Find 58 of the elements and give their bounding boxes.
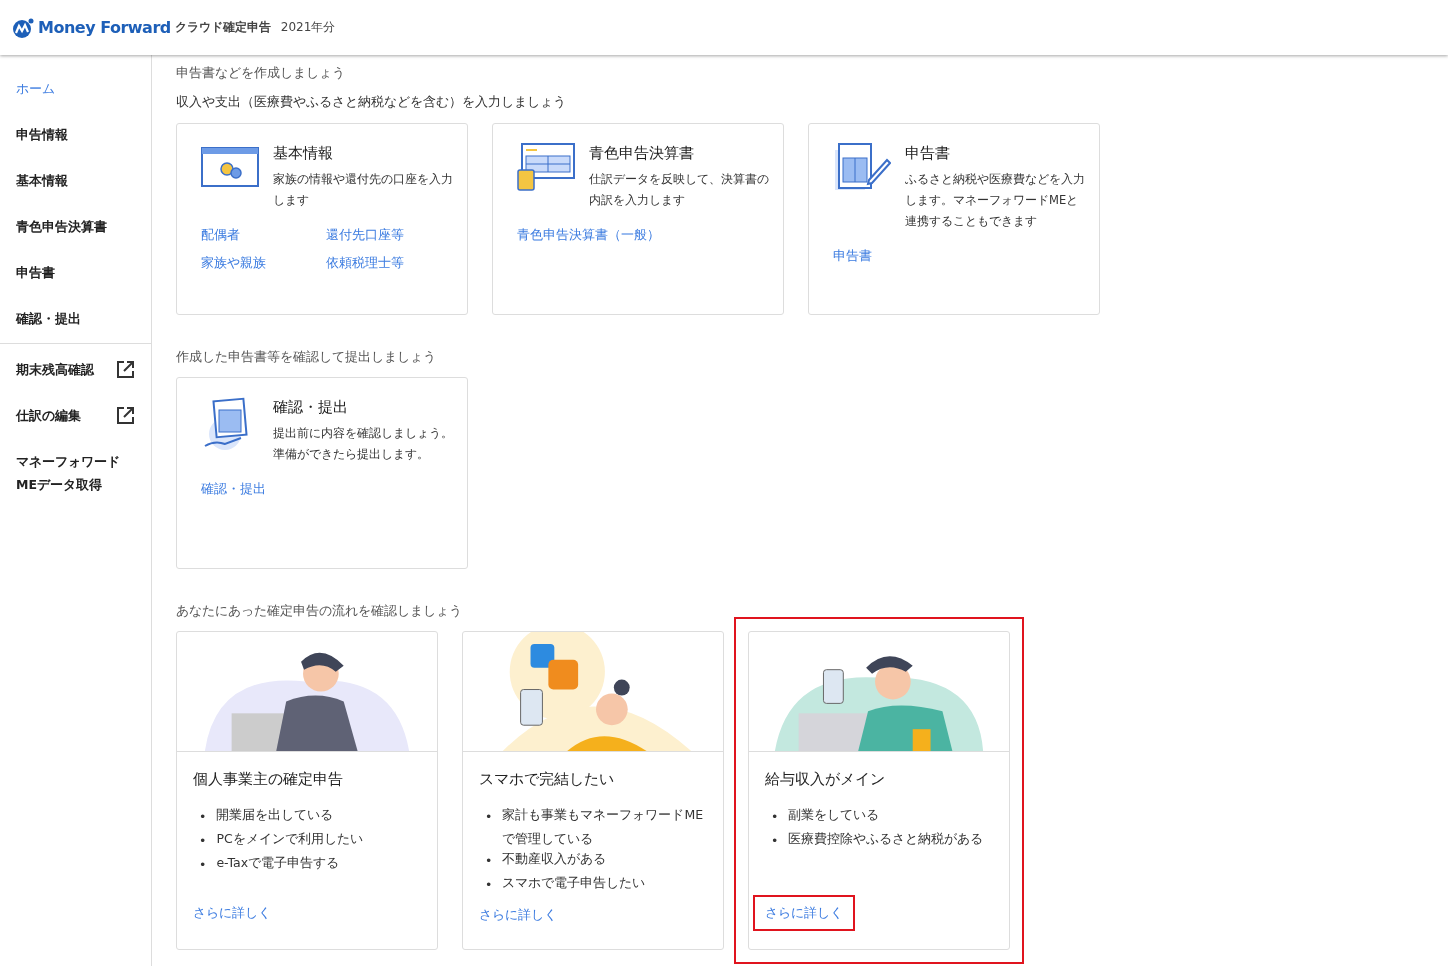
spreadsheet-calculator-icon — [517, 142, 575, 192]
sidebar-item[interactable]: 申告情報 — [0, 111, 151, 157]
bullet-mark: • — [199, 832, 207, 850]
product-name: クラウド確定申告 — [174, 19, 271, 36]
bullet-point: PCをメインで利用したい — [216, 830, 363, 848]
more-details-link[interactable]: さらに詳しく — [753, 895, 855, 931]
section-title: 作成した申告書等を確認して提出しましょう — [176, 349, 437, 365]
card-link[interactable]: 申告書 — [833, 246, 872, 266]
card-description: ふるさと納税や医療費などを入力します。マネーフォワードMEと連携することもできます — [905, 171, 1085, 230]
bullet-point: 開業届を出している — [216, 806, 334, 824]
bullet-mark: • — [199, 808, 207, 826]
card-title: 基本情報 — [273, 144, 334, 163]
card-description: 家族の情報や還付先の口座を入力します — [273, 171, 453, 209]
sidebar-item[interactable]: 基本情報 — [0, 157, 151, 203]
more-details-link[interactable]: さらに詳しく — [181, 895, 283, 931]
sidebar-item[interactable]: 確認・提出 — [0, 295, 151, 341]
bullet-point: 副業をしている — [788, 806, 880, 824]
bullet-mark: • — [485, 876, 493, 894]
section-title: あなたにあった確定申告の流れを確認しましょう — [176, 603, 463, 619]
card-title: 個人事業主の確定申告 — [193, 770, 344, 789]
tax-year: 2021年分 — [280, 19, 336, 36]
bullet-point: 不動産収入がある — [502, 850, 607, 868]
sidebar-item[interactable]: 期末残高確認 — [0, 346, 151, 392]
brand-name: Money Forward — [38, 18, 171, 37]
card-title: スマホで完結したい — [479, 770, 615, 789]
sidebar-item[interactable]: マネーフォワード MEデータ取得 — [0, 438, 151, 508]
sidebar-item[interactable]: 申告書 — [0, 249, 151, 295]
card-link[interactable]: 配偶者 — [201, 225, 240, 245]
card-title: 青色申告決算書 — [589, 144, 695, 163]
logo-icon — [12, 17, 34, 38]
bullet-point: 家計も事業もマネーフォワードMEで管理している — [502, 806, 705, 848]
card-link[interactable]: 還付先口座等 — [326, 225, 404, 245]
card-title: 給与収入がメイン — [765, 770, 886, 789]
section-title: 申告書などを作成しましょう — [176, 65, 346, 81]
bullet-mark: • — [771, 808, 779, 826]
bullet-mark: • — [771, 832, 779, 850]
sidebar-item[interactable]: 青色申告決算書 — [0, 203, 151, 249]
sidebar-item[interactable]: 仕訳の編集 — [0, 392, 151, 438]
more-details-link[interactable]: さらに詳しく — [467, 897, 569, 933]
bullet-point: スマホで電子申告したい — [502, 874, 646, 892]
card-link[interactable]: 確認・提出 — [201, 479, 266, 499]
card-title: 申告書 — [905, 144, 951, 163]
bullet-point: e-Taxで電子申告する — [216, 854, 340, 872]
external-link-icon — [116, 359, 135, 379]
bullet-mark: • — [485, 852, 493, 870]
bullet-mark: • — [485, 808, 493, 826]
card-description: 仕訳データを反映して、決算書の内訳を入力します — [589, 171, 769, 209]
sidebar-item[interactable]: ホーム — [0, 65, 151, 111]
card-title: 確認・提出 — [273, 398, 349, 417]
card-link[interactable]: 依頼税理士等 — [326, 253, 404, 273]
card-link[interactable]: 家族や親族 — [201, 253, 266, 273]
card-link[interactable]: 青色申告決算書（一般） — [517, 225, 660, 245]
document-pencil-icon — [833, 142, 891, 192]
bullet-mark: • — [199, 856, 207, 874]
section-subtitle: 収入や支出（医療費やふるさと納税などを含む）を入力しましょう — [176, 93, 567, 111]
card-description: 提出前に内容を確認しましょう。準備ができたら提出します。 — [273, 425, 453, 463]
external-link-icon — [116, 405, 135, 425]
bullet-point: 医療費控除やふるさと納税がある — [788, 830, 984, 848]
